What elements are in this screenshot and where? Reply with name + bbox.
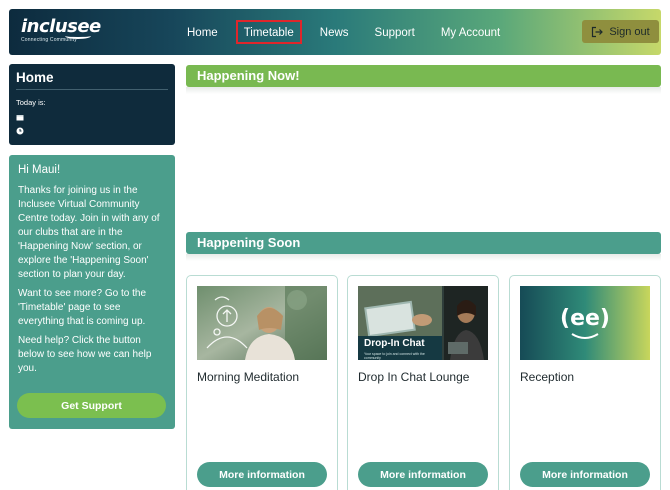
activity-card-reception: (ee) Reception More information: [509, 275, 661, 490]
activity-title: Drop In Chat Lounge: [358, 370, 470, 384]
top-header: inclusee Connecting Community Home Timet…: [9, 9, 661, 55]
more-information-button[interactable]: More information: [197, 462, 327, 487]
activity-card-drop-in-chat-lounge: Drop-In Chat Your space to join and conn…: [347, 275, 499, 490]
drop-in-chat-caption: Drop-In Chat: [364, 338, 425, 349]
nav-my-account[interactable]: My Account: [433, 20, 508, 44]
nav-news[interactable]: News: [312, 20, 357, 44]
drop-in-chat-subcaption: Your space to join and connect with the …: [364, 352, 425, 360]
activity-card-morning-meditation: Morning Meditation More information: [186, 275, 338, 490]
sign-out-icon: [592, 26, 604, 37]
drop-in-chat-photo: Drop-In Chat Your space to join and conn…: [358, 286, 488, 360]
inclusee-logo[interactable]: inclusee Connecting Community: [21, 18, 101, 44]
calendar-icon: [16, 113, 168, 121]
sign-out-button[interactable]: Sign out: [582, 20, 659, 43]
reception-logo: (ee): [520, 286, 650, 360]
more-information-button[interactable]: More information: [520, 462, 650, 487]
logo-tagline: Connecting Community: [21, 37, 77, 43]
welcome-card: Hi Maui! Thanks for joining us in the In…: [9, 155, 175, 429]
happening-soon-header: Happening Soon: [186, 232, 661, 254]
main-nav: Home Timetable News Support My Account: [179, 20, 518, 44]
meditation-photo: [197, 286, 327, 360]
clock-icon: [16, 127, 168, 135]
nav-timetable[interactable]: Timetable: [235, 20, 302, 44]
activity-title: Reception: [520, 370, 575, 384]
happening-soon-shadow: [186, 254, 661, 261]
home-card: Home Today is:: [9, 64, 175, 145]
get-support-button[interactable]: Get Support: [17, 393, 166, 418]
activity-title: Morning Meditation: [197, 370, 300, 384]
reception-logo-mark: (ee): [560, 306, 610, 331]
nav-home[interactable]: Home: [179, 20, 226, 44]
more-information-button[interactable]: More information: [358, 462, 488, 487]
home-title: Home: [16, 70, 168, 90]
happening-now-header: Happening Now!: [186, 65, 661, 87]
logo-swoosh: [65, 33, 91, 39]
happening-now-shadow: [186, 87, 661, 94]
welcome-paragraph-3: Need help? Click the button below to see…: [18, 335, 152, 374]
today-label: Today is:: [16, 98, 46, 107]
welcome-greeting: Hi Maui!: [18, 164, 61, 176]
sign-out-label: Sign out: [609, 25, 650, 38]
welcome-paragraph-1: Thanks for joining us in the Inclusee Vi…: [18, 185, 160, 280]
nav-support[interactable]: Support: [367, 20, 423, 44]
welcome-paragraph-2: Want to see more? Go to the 'Timetable' …: [18, 288, 147, 327]
